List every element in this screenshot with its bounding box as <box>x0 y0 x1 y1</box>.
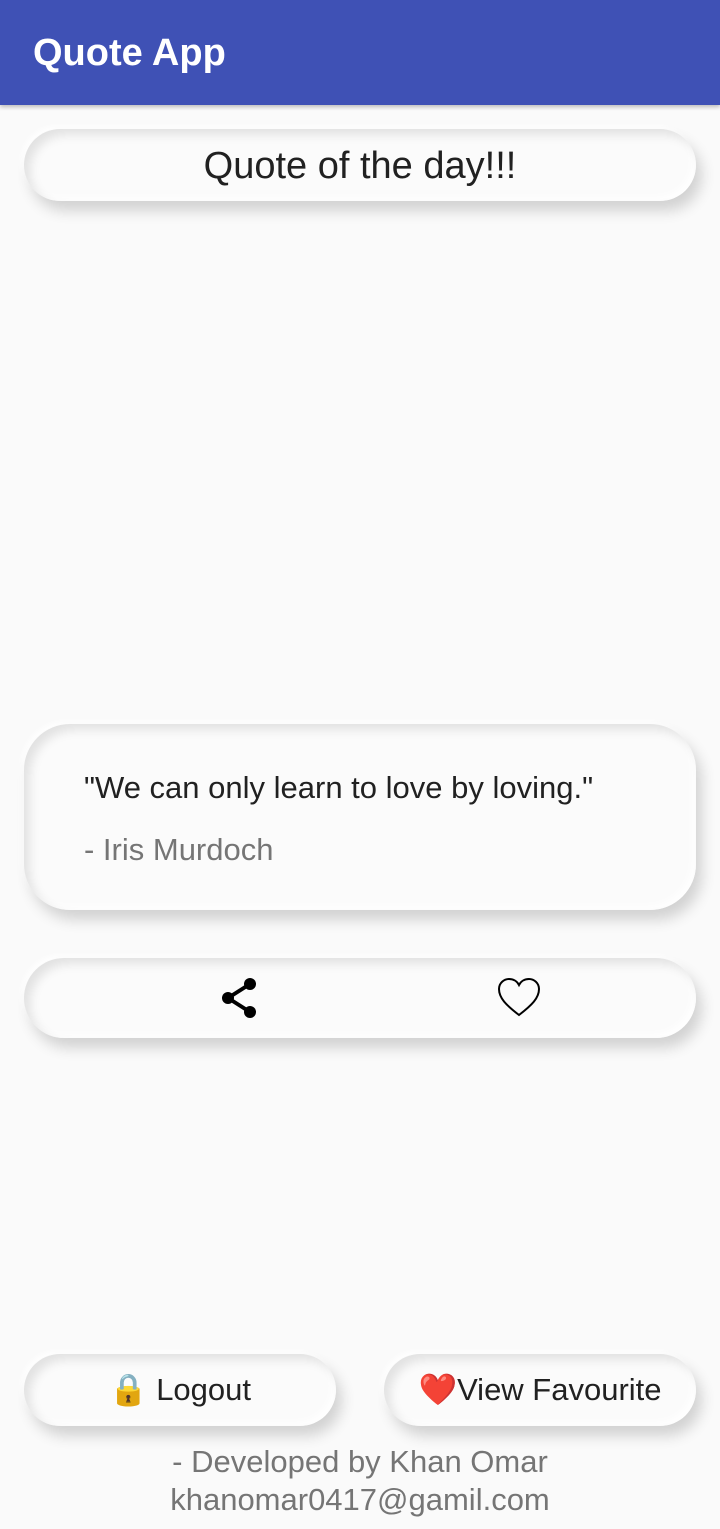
logout-button[interactable]: 🔒 Logout <box>24 1354 336 1426</box>
developer-email: khanomar0417@gamil.com <box>170 1482 550 1517</box>
quote-actions-bar <box>24 958 696 1038</box>
logout-label: 🔒 Logout <box>108 1372 252 1407</box>
header-label: Quote of the day!!! <box>203 145 517 187</box>
quote-card: "We can only learn to love by loving." -… <box>24 724 696 910</box>
view-favourite-button[interactable]: ❤️View Favourite <box>384 1354 696 1426</box>
view-favourite-label: ❤️View Favourite <box>418 1372 662 1407</box>
quote-of-the-day-header: Quote of the day!!! <box>24 129 696 201</box>
developer-credit: - Developed by Khan Omar <box>172 1444 548 1479</box>
red-heart-icon: ❤️ <box>418 1372 458 1407</box>
quote-text: "We can only learn to love by loving." <box>84 770 594 805</box>
app-title: Quote App <box>33 32 226 74</box>
share-icon <box>222 978 256 1018</box>
heart-outline-icon <box>497 977 541 1017</box>
lock-icon: 🔒 <box>108 1372 148 1407</box>
app-bar: Quote App <box>0 0 720 105</box>
share-button[interactable] <box>212 970 268 1026</box>
favourite-button[interactable] <box>491 970 547 1026</box>
quote-author: - Iris Murdoch <box>84 832 274 867</box>
